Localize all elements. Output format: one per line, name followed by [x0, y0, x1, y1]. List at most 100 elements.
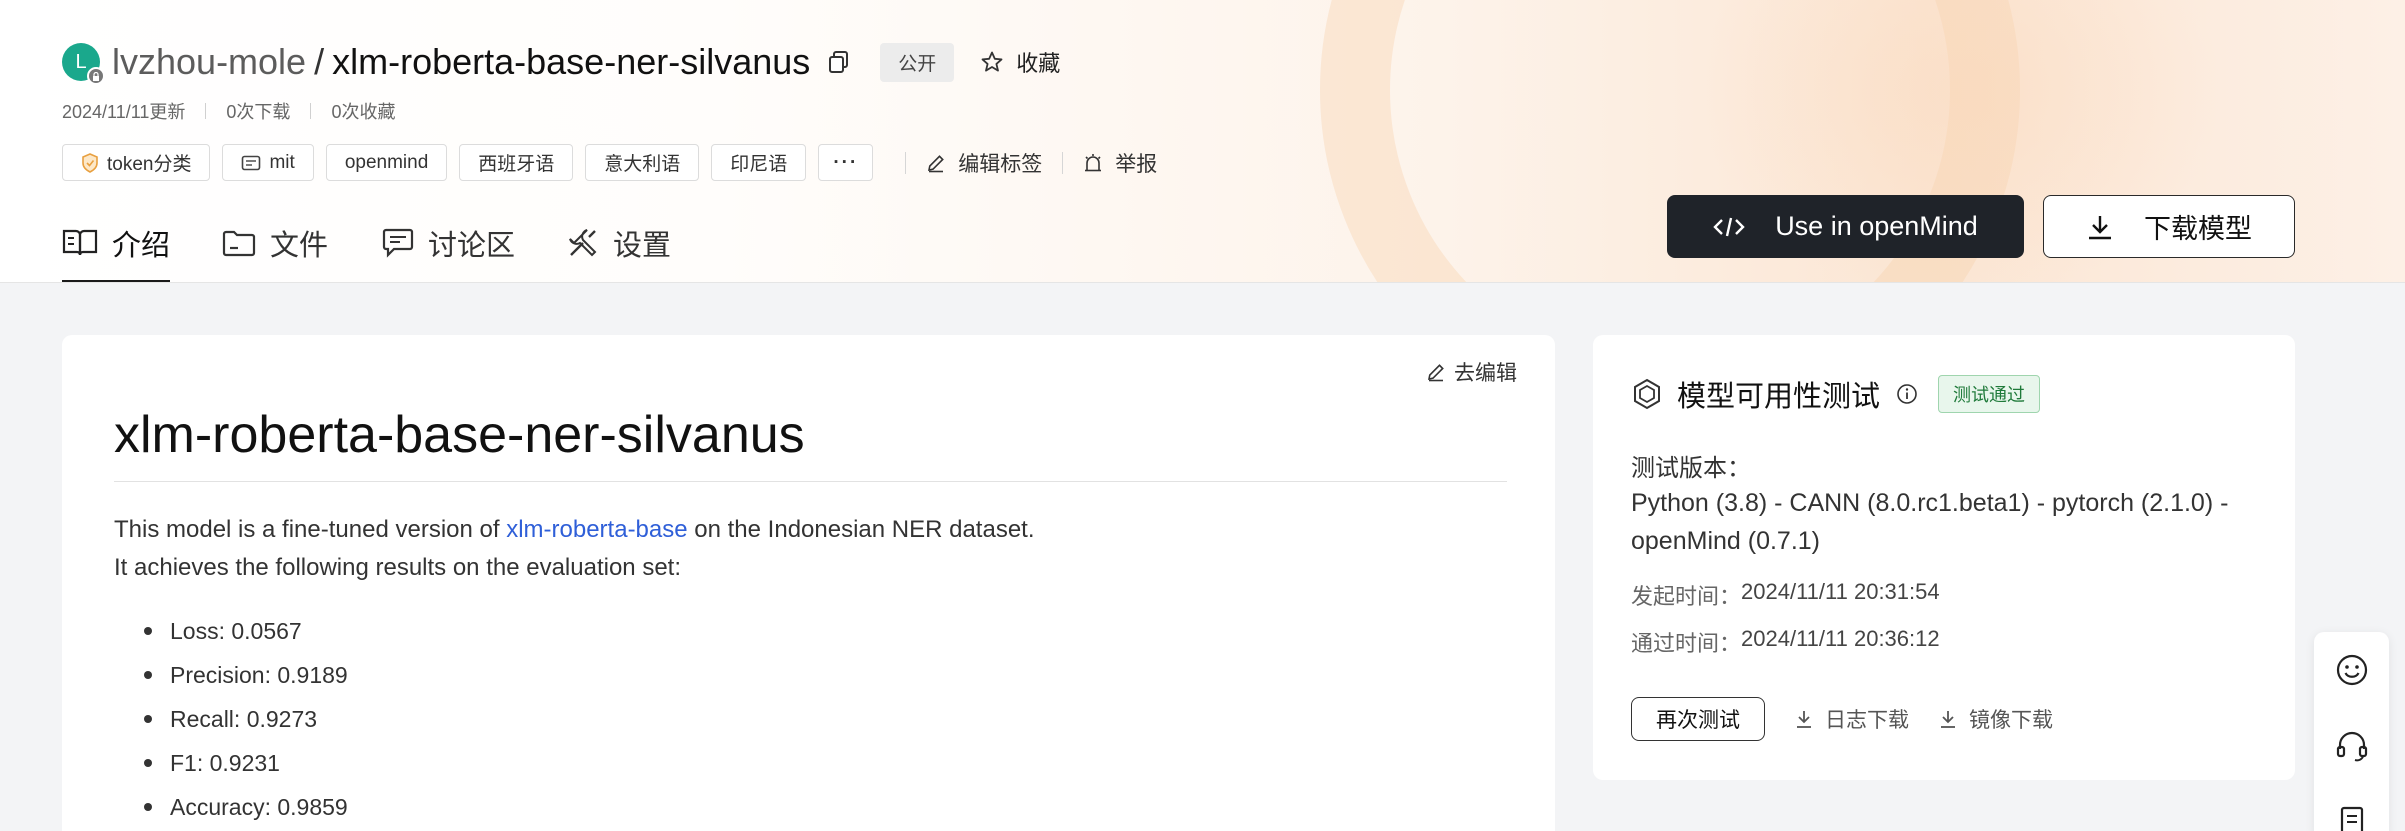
use-in-openmind-button[interactable]: Use in openMind	[1667, 195, 2024, 258]
tag-task[interactable]: token分类	[62, 144, 211, 181]
divider	[205, 103, 207, 119]
edit-readme-label: 去编辑	[1454, 362, 1517, 385]
visibility-badge: 公开	[880, 42, 955, 82]
favorite-label: 收藏	[1016, 51, 1061, 76]
code-icon	[1713, 217, 1745, 236]
readme-text: on the Indonesian NER dataset.	[687, 516, 1035, 543]
download-model-button[interactable]: 下载模型	[2043, 195, 2295, 258]
availability-title: 模型可用性测试	[1677, 381, 1881, 413]
repo-tabs: 介绍 文件 讨论区 设置	[62, 212, 723, 282]
tag-label: 印尼语	[730, 154, 788, 175]
readme-text: It achieves the following results on the…	[114, 554, 681, 581]
repo-title-row: L lvzhou-mole / xlm-roberta-base-ner-sil…	[62, 38, 1060, 86]
passed-label: 通过时间：	[1631, 631, 1742, 656]
headset-icon	[2336, 731, 2367, 762]
log-download-label: 日志下载	[1825, 709, 1909, 732]
log-download-button[interactable]: 日志下载	[1795, 704, 1909, 734]
report-button[interactable]: 举报	[1083, 148, 1157, 178]
passed-time: 通过时间： 2024/11/11 20:36:12	[1631, 626, 1940, 658]
tag-language[interactable]: 意大利语	[585, 144, 700, 181]
tag-language[interactable]: 印尼语	[711, 144, 807, 181]
smile-icon	[2336, 654, 2367, 686]
tag-label: 西班牙语	[478, 154, 555, 175]
edit-readme-button[interactable]: 去编辑	[1426, 357, 1517, 387]
download-model-label: 下载模型	[2144, 214, 2252, 244]
list-item: Loss: 0.0567	[114, 609, 348, 653]
pencil-icon	[928, 154, 945, 172]
more-tags-button[interactable]: ···	[818, 144, 874, 181]
favorite-count: 0次收藏	[331, 102, 396, 122]
folder-icon	[222, 230, 256, 256]
tag-label: openmind	[344, 151, 429, 173]
tag-label: 意大利语	[604, 154, 681, 175]
started-value: 2024/11/11 20:31:54	[1741, 579, 1940, 604]
book-icon	[62, 229, 98, 255]
readme-card: 去编辑 xlm-roberta-base-ner-silvanus This m…	[62, 335, 1555, 831]
tag-language[interactable]: 西班牙语	[459, 144, 574, 181]
availability-actions: 再次测试 日志下载 镜像下载	[1631, 697, 2053, 741]
tab-discussion[interactable]: 讨论区	[380, 212, 516, 282]
docs-button[interactable]	[2314, 792, 2389, 831]
base-model-link[interactable]: xlm-roberta-base	[506, 516, 687, 543]
feedback-button[interactable]	[2314, 640, 2389, 700]
edit-tags-button[interactable]: 编辑标签	[926, 148, 1042, 178]
list-item: Accuracy: 0.9859	[114, 785, 348, 829]
tab-label: 介绍	[112, 229, 171, 262]
updated-date: 2024/11/11更新	[62, 102, 186, 122]
repo-header: L lvzhou-mole / xlm-roberta-base-ner-sil…	[0, 0, 2405, 283]
use-in-openmind-label: Use in openMind	[1775, 211, 1978, 241]
lock-icon	[87, 67, 105, 85]
version-value: Python (3.8) - CANN (8.0.rc1.beta1) - py…	[1631, 489, 2229, 555]
copy-icon[interactable]	[828, 50, 850, 74]
download-count: 0次下载	[226, 102, 291, 122]
list-item: Precision: 0.9189	[114, 653, 348, 697]
availability-card: 模型可用性测试 测试通过 测试版本： Python (3.8) - CANN (…	[1593, 335, 2295, 780]
tab-label: 讨论区	[428, 229, 516, 262]
path-separator: /	[314, 41, 325, 82]
divider	[310, 103, 312, 119]
tools-icon	[569, 228, 597, 256]
chat-icon	[382, 228, 414, 258]
download-icon	[1797, 711, 1811, 728]
availability-header: 模型可用性测试 测试通过	[1631, 373, 2041, 415]
status-badge: 测试通过	[1938, 375, 2041, 413]
repo-name: xlm-roberta-base-ner-silvanus	[332, 41, 811, 82]
hexagon-icon	[1634, 378, 1660, 410]
tab-label: 设置	[613, 229, 672, 262]
avatar[interactable]: L	[62, 43, 105, 85]
tag-library[interactable]: openmind	[325, 144, 448, 181]
report-label: 举报	[1115, 152, 1158, 176]
retest-button[interactable]: 再次测试	[1631, 697, 1765, 741]
pencil-icon	[1427, 364, 1444, 382]
download-icon	[2089, 215, 2111, 239]
tags-row: token分类 mit openmind 西班牙语 意大利语 印尼语 ··· 编…	[62, 144, 1157, 181]
image-download-button[interactable]: 镜像下载	[1939, 704, 2053, 734]
passed-value: 2024/11/11 20:36:12	[1741, 626, 1940, 651]
tab-settings[interactable]: 设置	[567, 212, 672, 282]
list-item: F1: 0.9231	[114, 741, 348, 785]
alarm-icon	[1085, 153, 1102, 171]
image-download-label: 镜像下载	[1969, 709, 2053, 732]
divider	[114, 481, 1507, 482]
edit-tags-label: 编辑标签	[958, 152, 1043, 176]
avatar-letter: L	[75, 50, 87, 73]
license-icon	[242, 155, 261, 170]
info-icon[interactable]	[1896, 383, 1918, 405]
version-label: 测试版本：	[1631, 455, 1751, 482]
tag-label: token分类	[107, 154, 192, 175]
favorite-button[interactable]: 收藏	[980, 46, 1060, 78]
divider	[905, 151, 907, 174]
list-item: Recall: 0.9273	[114, 697, 348, 741]
star-icon	[981, 51, 1003, 72]
tab-files[interactable]: 文件	[222, 212, 329, 282]
tab-label: 文件	[270, 229, 329, 262]
metrics-list: Loss: 0.0567 Precision: 0.9189 Recall: 0…	[114, 609, 348, 829]
tag-label: mit	[269, 151, 295, 173]
support-button[interactable]	[2314, 716, 2389, 776]
tag-license[interactable]: mit	[222, 144, 314, 181]
shield-icon	[82, 152, 98, 173]
tab-intro[interactable]: 介绍	[62, 212, 171, 282]
divider	[1062, 151, 1064, 174]
owner-link[interactable]: lvzhou-mole	[112, 41, 306, 83]
started-label: 发起时间：	[1631, 584, 1742, 609]
